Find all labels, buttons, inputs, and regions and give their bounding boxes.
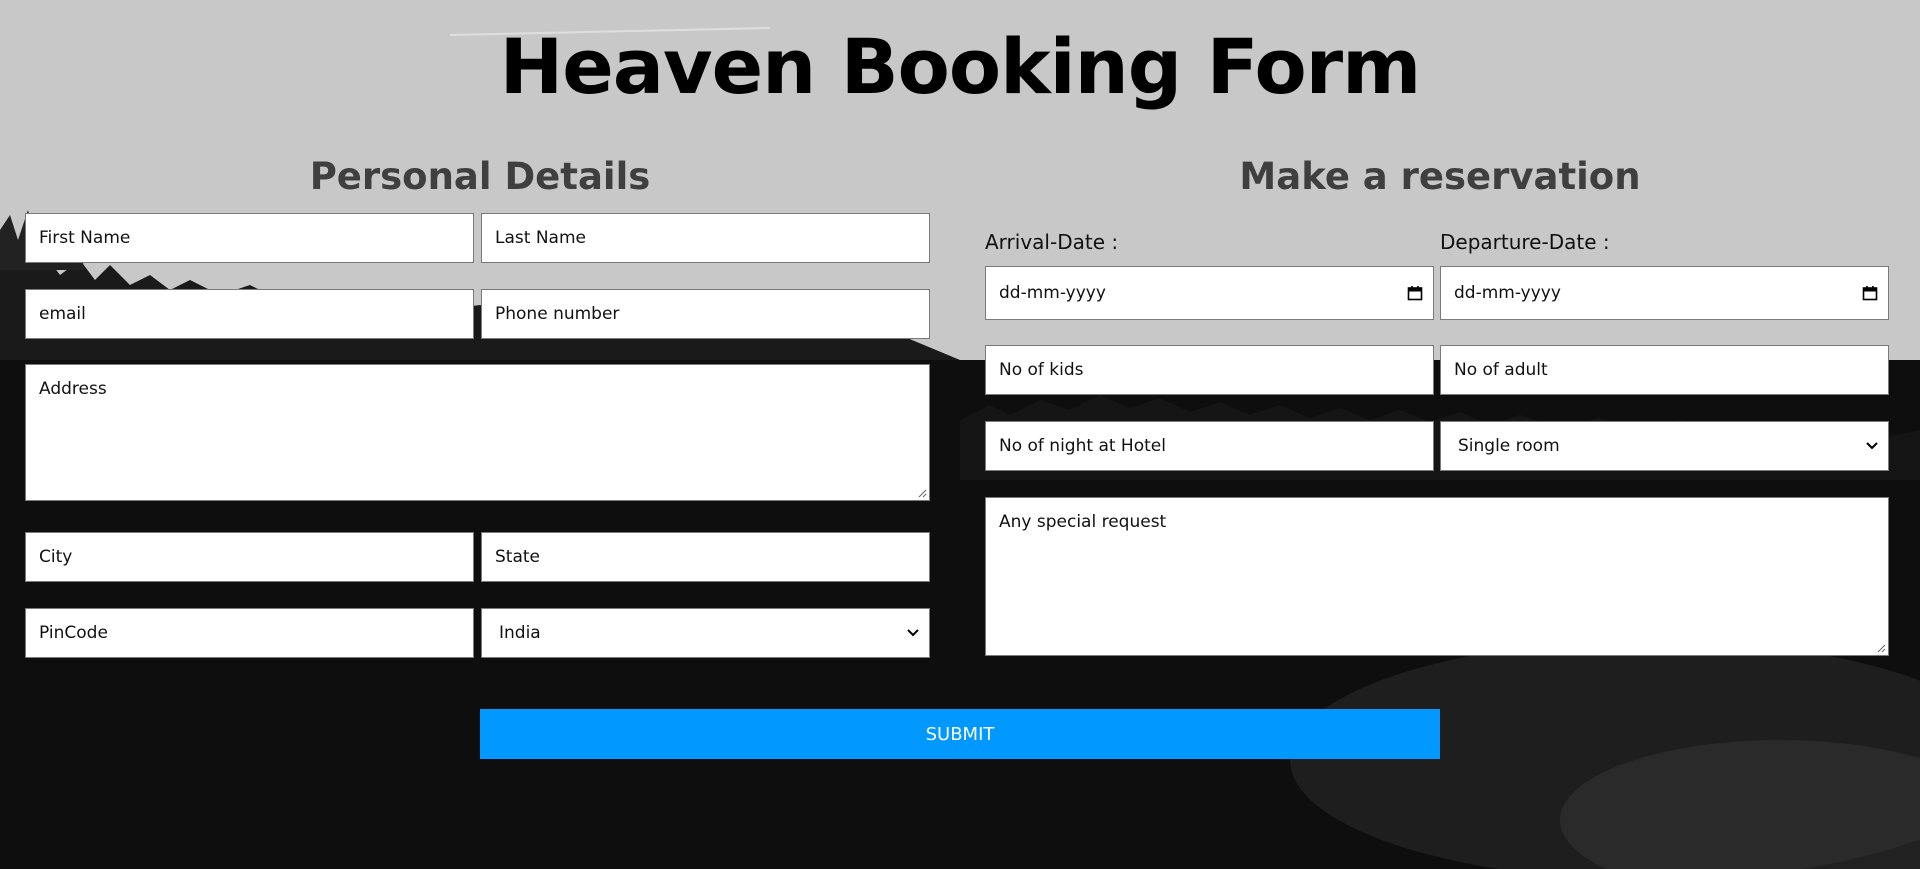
special-request-placeholder: Any special request bbox=[999, 512, 1167, 532]
address-textarea[interactable]: Address bbox=[25, 364, 930, 501]
first-name-input[interactable]: First Name bbox=[25, 213, 474, 263]
country-select[interactable]: India bbox=[481, 608, 930, 658]
email-input[interactable]: email bbox=[25, 289, 474, 339]
reservation-heading: Make a reservation bbox=[1239, 155, 1641, 198]
phone-input[interactable]: Phone number bbox=[481, 289, 930, 339]
pincode-input[interactable]: PinCode bbox=[25, 608, 474, 658]
address-placeholder: Address bbox=[39, 379, 107, 399]
email-placeholder: email bbox=[39, 304, 86, 324]
country-selected-value: India bbox=[499, 623, 541, 643]
departure-date-value: dd-mm-yyyy bbox=[1454, 283, 1561, 303]
adult-count-placeholder: No of adult bbox=[1454, 360, 1548, 380]
calendar-icon[interactable] bbox=[1862, 285, 1878, 301]
submit-button[interactable]: SUBMIT bbox=[480, 709, 1440, 759]
departure-date-input[interactable]: dd-mm-yyyy bbox=[1440, 266, 1889, 320]
kids-count-input[interactable]: No of kids bbox=[985, 345, 1434, 395]
arrival-date-input[interactable]: dd-mm-yyyy bbox=[985, 266, 1434, 320]
resize-handle-icon[interactable] bbox=[1876, 643, 1886, 653]
room-type-selected-value: Single room bbox=[1458, 436, 1560, 456]
arrival-date-label: Arrival-Date : bbox=[985, 230, 1119, 254]
city-input[interactable]: City bbox=[25, 532, 474, 582]
resize-handle-icon[interactable] bbox=[917, 488, 927, 498]
pincode-placeholder: PinCode bbox=[39, 623, 108, 643]
state-placeholder: State bbox=[495, 547, 540, 567]
page-title: Heaven Booking Form bbox=[499, 22, 1422, 111]
room-type-select[interactable]: Single room bbox=[1440, 421, 1889, 471]
adult-count-input[interactable]: No of adult bbox=[1440, 345, 1889, 395]
calendar-icon[interactable] bbox=[1407, 285, 1423, 301]
nights-placeholder: No of night at Hotel bbox=[999, 436, 1166, 456]
last-name-placeholder: Last Name bbox=[495, 228, 586, 248]
nights-input[interactable]: No of night at Hotel bbox=[985, 421, 1434, 471]
first-name-placeholder: First Name bbox=[39, 228, 131, 248]
departure-date-label: Departure-Date : bbox=[1440, 230, 1610, 254]
arrival-date-value: dd-mm-yyyy bbox=[999, 283, 1106, 303]
chevron-down-icon bbox=[907, 629, 919, 637]
special-request-textarea[interactable]: Any special request bbox=[985, 497, 1889, 656]
state-input[interactable]: State bbox=[481, 532, 930, 582]
personal-details-heading: Personal Details bbox=[309, 155, 651, 198]
kids-count-placeholder: No of kids bbox=[999, 360, 1084, 380]
last-name-input[interactable]: Last Name bbox=[481, 213, 930, 263]
chevron-down-icon bbox=[1866, 442, 1878, 450]
phone-placeholder: Phone number bbox=[495, 304, 620, 324]
city-placeholder: City bbox=[39, 547, 73, 567]
